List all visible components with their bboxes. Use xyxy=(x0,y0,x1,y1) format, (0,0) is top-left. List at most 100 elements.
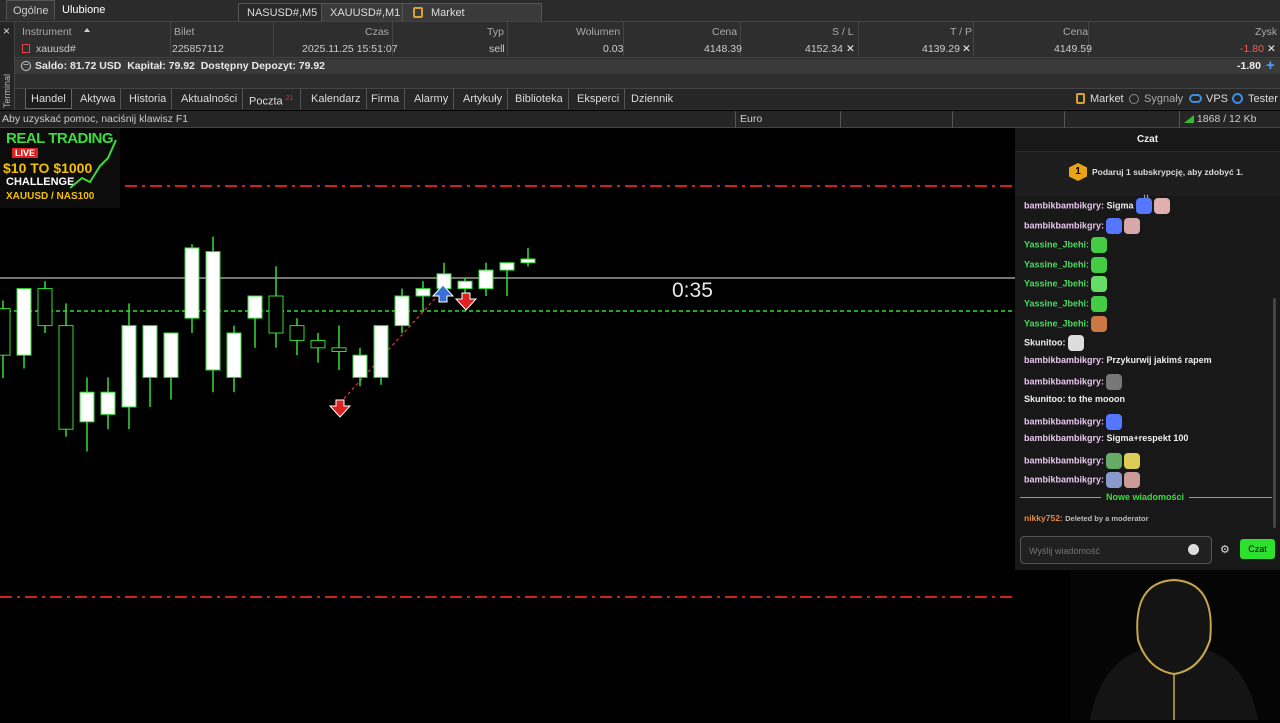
add-icon[interactable]: + xyxy=(1266,57,1275,74)
tab-trade[interactable]: Handel xyxy=(25,89,72,109)
vps-button[interactable]: VPS xyxy=(1206,93,1228,105)
tab-articles[interactable]: Artykuły xyxy=(458,89,509,109)
col-instrument[interactable]: Instrument xyxy=(22,26,72,38)
collapse-icon[interactable]: − xyxy=(21,61,31,71)
chat-username[interactable]: Yassine_Jbehi: xyxy=(1024,318,1089,328)
tab-company[interactable]: Firma xyxy=(366,89,406,109)
row-type: sell xyxy=(489,43,505,55)
chat-username[interactable]: bambikbambikgry: xyxy=(1024,475,1104,485)
trades-table: Instrument Bilet Czas Typ Wolumen Cena S… xyxy=(0,22,1280,58)
row-instrument[interactable]: xauusd# xyxy=(36,43,76,55)
candle-body xyxy=(268,295,284,334)
webcam-feed xyxy=(1070,570,1280,720)
chat-username[interactable]: Yassine_Jbehi: xyxy=(1024,279,1089,289)
chart-tab-xauusd[interactable]: XAUUSD#,M1 xyxy=(321,3,410,21)
row-ticket: 225857112 xyxy=(172,43,224,55)
chat-username[interactable]: Skunitoo: xyxy=(1024,394,1066,404)
col-volume[interactable]: Wolumen xyxy=(576,26,620,38)
settings-icon[interactable]: ⚙ xyxy=(1220,543,1230,556)
tab-calendar[interactable]: Kalendarz xyxy=(306,89,367,109)
chat-scrollbar[interactable] xyxy=(1273,298,1276,528)
chat-username[interactable]: Skunitoo: xyxy=(1024,338,1066,348)
shopping-bag-icon xyxy=(413,7,423,18)
candle-body xyxy=(100,391,116,415)
tester-button[interactable]: Tester xyxy=(1248,93,1278,105)
sort-up-icon xyxy=(84,28,90,32)
chat-username[interactable]: Yassine_Jbehi: xyxy=(1024,298,1089,308)
row-current-price: 4149.59 xyxy=(1054,43,1092,55)
chat-username[interactable]: bambikbambikgry: xyxy=(1024,455,1104,465)
chat-input-field[interactable] xyxy=(1020,536,1212,564)
emote-icon xyxy=(1106,413,1123,430)
tab-favorites[interactable]: Ulubione xyxy=(56,0,111,20)
help-text: Aby uzyskać pomoc, naciśnij klawisz F1 xyxy=(2,113,189,125)
emoji-icon[interactable] xyxy=(1188,544,1199,555)
row-profit: -1.80 xyxy=(1240,43,1264,55)
chat-message: Yassine_Jbehi: xyxy=(1024,276,1108,293)
tab-news[interactable]: Aktualności xyxy=(176,89,244,109)
profile-name[interactable]: Euro xyxy=(735,111,840,128)
terminal-side-label[interactable]: Terminal xyxy=(2,58,12,108)
sub-text: Podaruj 1 subskrypcję, aby zdobyć 1. xyxy=(1092,167,1244,177)
order-icon xyxy=(22,44,30,53)
chat-username[interactable]: Yassine_Jbehi: xyxy=(1024,240,1089,250)
candle-body xyxy=(415,288,431,297)
market-button[interactable]: Market xyxy=(1090,93,1124,105)
tab-mail[interactable]: Poczta 21 xyxy=(244,89,301,109)
chat-message: bambikbambikgry: Przykurwij jakimś rapem xyxy=(1024,355,1212,365)
col-price[interactable]: Cena xyxy=(712,26,737,38)
tab-alerts[interactable]: Alarmy xyxy=(409,89,455,109)
candle-body xyxy=(37,288,53,327)
candle-body xyxy=(184,247,200,319)
emote-icon xyxy=(1124,452,1141,469)
chart-tab-market[interactable]: Market xyxy=(402,3,542,21)
chat-message: Yassine_Jbehi: xyxy=(1024,315,1108,332)
candle-body xyxy=(205,251,221,371)
signals-button[interactable]: Sygnały xyxy=(1144,93,1183,105)
chat-panel: Czat 1 Podaruj 1 subskrypcję, aby zdobyć… xyxy=(1015,128,1280,570)
close-terminal-icon[interactable]: × xyxy=(3,24,10,38)
tab-assets[interactable]: Aktywa xyxy=(75,89,122,109)
deleted-message: nikky752: Deleted by a moderator xyxy=(1024,513,1148,523)
emote-icon xyxy=(1067,335,1084,352)
col-tp[interactable]: T / P xyxy=(950,26,972,38)
mail-badge: 21 xyxy=(285,95,294,102)
remove-sl-icon[interactable]: ✕ xyxy=(846,43,855,55)
remove-tp-icon[interactable]: ✕ xyxy=(962,43,971,55)
chat-send-button[interactable]: Czat xyxy=(1240,539,1275,559)
chat-message: bambikbambikgry: xyxy=(1024,472,1141,488)
chat-message: bambikbambikgry: Sigma xyxy=(1024,198,1170,214)
chat-input[interactable] xyxy=(1029,543,1179,558)
chart-tab-nasusd[interactable]: NASUSD#,M5 xyxy=(238,3,327,21)
col-type[interactable]: Typ xyxy=(487,26,504,38)
tab-journal[interactable]: Dziennik xyxy=(626,89,678,109)
chat-username[interactable]: bambikbambikgry: xyxy=(1024,220,1104,230)
tab-history[interactable]: Historia xyxy=(124,89,173,109)
chat-username[interactable]: bambikbambikgry: xyxy=(1024,433,1104,443)
chat-username[interactable]: Yassine_Jbehi: xyxy=(1024,259,1089,269)
chat-text: Sigma xyxy=(1104,200,1134,211)
tester-icon xyxy=(1232,93,1243,104)
row-tp[interactable]: 4139.29 xyxy=(922,43,960,55)
col-current-price[interactable]: Cena xyxy=(1063,26,1088,38)
market-icon xyxy=(1076,93,1085,104)
chat-username[interactable]: bambikbambikgry: xyxy=(1024,416,1104,426)
tab-general[interactable]: Ogólne xyxy=(6,0,56,20)
close-position-icon[interactable]: ✕ xyxy=(1267,43,1276,55)
connection-status[interactable]: 1868 / 12 Kb xyxy=(1179,111,1280,128)
sub-badge-icon: 1 xyxy=(1069,163,1087,181)
price-chart[interactable] xyxy=(0,128,1015,720)
row-sl[interactable]: 4152.34 xyxy=(805,43,843,55)
chat-username[interactable]: bambikbambikgry: xyxy=(1024,377,1104,387)
col-ticket[interactable]: Bilet xyxy=(174,26,194,38)
tab-experts[interactable]: Eksperci xyxy=(572,89,626,109)
col-time[interactable]: Czas xyxy=(365,26,389,38)
chat-username[interactable]: bambikbambikgry: xyxy=(1024,200,1104,210)
col-profit[interactable]: Zysk xyxy=(1255,26,1277,38)
sub-banner[interactable]: 1 Podaruj 1 subskrypcję, aby zdobyć 1. xyxy=(1015,152,1280,196)
tab-library[interactable]: Biblioteka xyxy=(510,89,569,109)
chat-username[interactable]: bambikbambikgry: xyxy=(1024,355,1104,365)
sell-arrow-icon-2 xyxy=(454,292,478,311)
col-sl[interactable]: S / L xyxy=(832,26,854,38)
sell-arrow-icon xyxy=(328,399,352,418)
